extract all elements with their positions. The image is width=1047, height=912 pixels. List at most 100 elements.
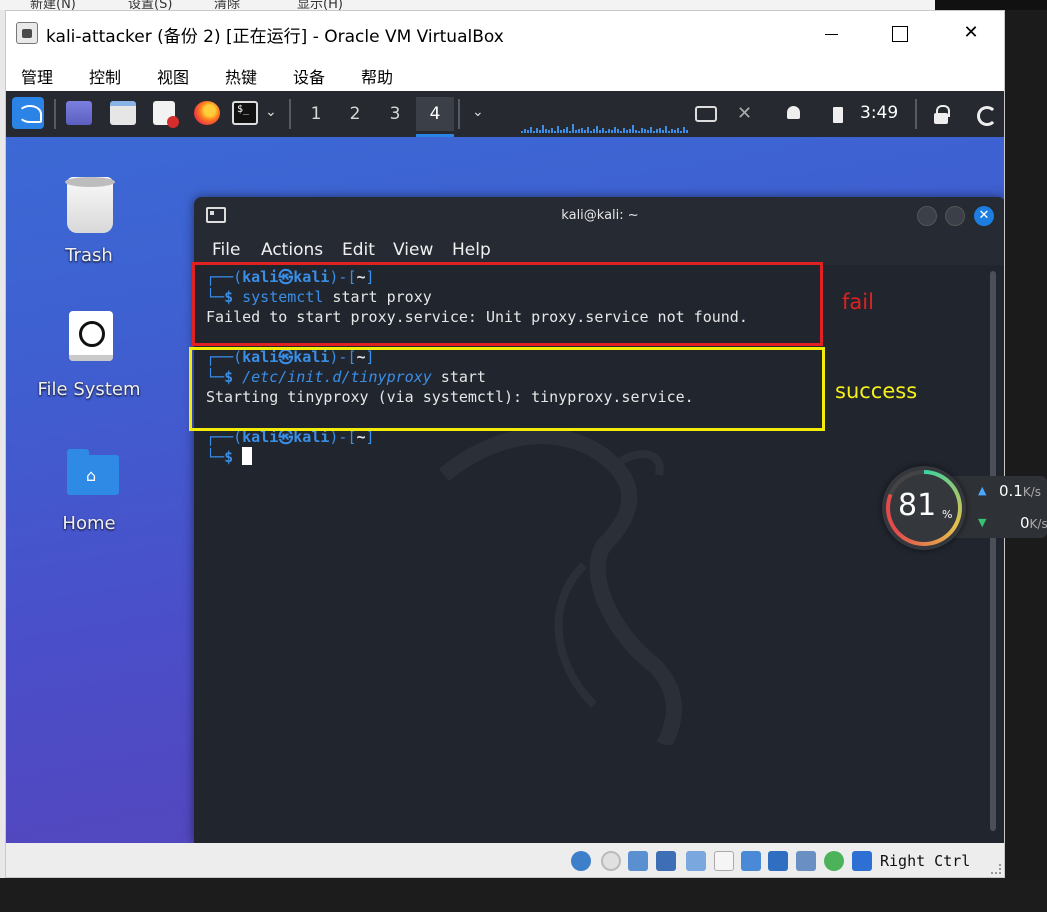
shared-folders-icon[interactable] <box>714 851 734 871</box>
network-speed-widget[interactable]: 81 % ▲ ▼ 0.1K/s 0K/s <box>882 466 1047 550</box>
terminal-close-button[interactable]: ✕ <box>974 206 994 226</box>
network-icon[interactable] <box>695 106 717 122</box>
virtualbox-window: kali-attacker (备份 2) [正在运行] - Oracle VM … <box>5 10 1005 878</box>
kali-dragon-watermark <box>438 428 682 745</box>
guest-display[interactable]: $_ ⌄ 1 2 3 4 ⌄ ✕ 3:49 Trash File System … <box>6 91 1004 843</box>
terminal-menu-actions[interactable]: Actions <box>261 240 323 260</box>
cpu-graph-bar <box>581 128 583 133</box>
cpu-graph-bar <box>665 126 667 133</box>
virtualization-icon[interactable] <box>796 851 816 871</box>
cpu-graph-bar <box>530 127 532 133</box>
cpu-graph-bar <box>557 126 559 133</box>
optical-drive-icon[interactable] <box>601 851 621 871</box>
cpu-graph-bar <box>605 131 607 133</box>
minimize-button[interactable] <box>809 17 855 49</box>
workspace-3[interactable]: 3 <box>376 97 414 131</box>
cpu-graph-bar <box>641 128 643 133</box>
notification-bell-icon[interactable] <box>783 103 805 125</box>
volume-muted-icon[interactable]: ✕ <box>737 103 759 125</box>
success-annotation: success <box>835 379 918 403</box>
home-folder-icon: ⌂ <box>67 449 119 495</box>
terminal-menu-edit[interactable]: Edit <box>342 240 375 260</box>
close-button[interactable]: ✕ <box>948 17 994 49</box>
file-manager-icon[interactable] <box>110 101 136 125</box>
recording-icon[interactable] <box>768 851 788 871</box>
host-menu-settings[interactable]: 设置(S) <box>128 0 172 10</box>
firefox-icon[interactable] <box>194 101 220 125</box>
terminal-icon[interactable]: $_ <box>232 101 258 125</box>
display-icon[interactable] <box>741 851 761 871</box>
active-command-line[interactable]: └─$ <box>206 447 253 467</box>
audio-icon[interactable] <box>628 851 648 871</box>
menu-help[interactable]: 帮助 <box>361 64 393 88</box>
terminal-titlebar[interactable]: kali@kali: ~ ✕ <box>194 197 1004 235</box>
cpu-graph-bar <box>632 125 634 133</box>
battery-icon[interactable] <box>828 103 850 125</box>
desktop-icon-file-system[interactable]: File System <box>29 311 149 411</box>
cpu-graph-bar <box>617 129 619 133</box>
desktop-icon-label: File System <box>37 379 141 400</box>
cpu-graph-bar <box>683 127 685 133</box>
terminal-title: kali@kali: ~ <box>561 208 639 223</box>
window-title: kali-attacker (备份 2) [正在运行] - Oracle VM … <box>46 27 504 47</box>
fail-annotation: fail <box>842 290 874 314</box>
panel-separator <box>458 99 460 129</box>
maximize-button[interactable] <box>876 17 922 49</box>
window-list-chevron-down-icon[interactable]: ⌄ <box>472 104 484 120</box>
panel-separator <box>289 99 291 129</box>
menu-view[interactable]: 视图 <box>157 64 189 88</box>
terminal-maximize-button[interactable] <box>945 206 965 226</box>
cpu-graph-bar <box>554 131 556 133</box>
resize-grip[interactable] <box>991 864 1001 874</box>
lock-screen-icon[interactable] <box>930 103 952 125</box>
panel-clock[interactable]: 3:49 <box>860 103 898 123</box>
host-menu-new[interactable]: 新建(N) <box>30 0 76 10</box>
host-menu-clear[interactable]: 清除 <box>214 0 240 10</box>
upload-speed: 0.1K/s <box>999 482 1042 500</box>
hard-disk-icon[interactable] <box>571 851 591 871</box>
show-desktop-icon[interactable] <box>66 101 92 125</box>
menu-devices[interactable]: 设备 <box>293 64 325 88</box>
terminal-menu-file[interactable]: File <box>212 240 240 260</box>
terminal-scrollbar[interactable] <box>990 271 996 831</box>
window-titlebar[interactable]: kali-attacker (备份 2) [正在运行] - Oracle VM … <box>6 11 1004 55</box>
cpu-graph-bar <box>629 129 631 133</box>
terminal-menu-view[interactable]: View <box>393 240 433 260</box>
cpu-graph-bar <box>656 129 658 133</box>
cpu-graph-bar <box>659 128 661 133</box>
cpu-graph-bar <box>572 124 574 133</box>
text-editor-icon[interactable] <box>153 101 179 128</box>
guest-additions-icon[interactable] <box>824 851 844 871</box>
cpu-graph-bar <box>653 131 655 133</box>
desktop-icon-trash[interactable]: Trash <box>29 177 149 277</box>
cpu-graph-bar <box>575 130 577 133</box>
terminal-menu-help[interactable]: Help <box>452 240 491 260</box>
cpu-graph-bar <box>635 130 637 133</box>
cpu-graph-bar <box>626 130 628 133</box>
usb-icon[interactable] <box>686 851 706 871</box>
desktop-icon-home[interactable]: ⌂ Home <box>29 449 149 551</box>
cpu-graph-bar <box>560 130 562 133</box>
cpu-graph <box>521 121 688 133</box>
cpu-graph-bar <box>599 130 601 133</box>
workspace-1[interactable]: 1 <box>297 97 335 131</box>
power-logout-icon[interactable] <box>974 103 997 126</box>
kali-menu-icon[interactable] <box>12 97 44 129</box>
cpu-graph-bar <box>527 130 529 133</box>
workspace-2[interactable]: 2 <box>336 97 374 131</box>
menu-control[interactable]: 控制 <box>89 64 121 88</box>
menu-manage[interactable]: 管理 <box>21 64 53 88</box>
cpu-graph-bar <box>578 129 580 133</box>
cpu-graph-bar <box>521 131 523 133</box>
menu-hotkeys[interactable]: 热键 <box>225 64 257 88</box>
launcher-chevron-down-icon[interactable]: ⌄ <box>265 104 277 120</box>
vbox-statusbar: Right Ctrl <box>6 843 1004 877</box>
workspace-4[interactable]: 4 <box>416 97 454 137</box>
host-menu-show[interactable]: 显示(H) <box>297 0 343 10</box>
mouse-integration-icon[interactable] <box>852 851 872 871</box>
cpu-graph-bar <box>638 131 640 133</box>
network-adapter-icon[interactable] <box>656 851 676 871</box>
vbox-menubar: 管理 控制 视图 热键 设备 帮助 <box>6 55 1004 91</box>
cpu-graph-bar <box>596 126 598 133</box>
terminal-minimize-button[interactable] <box>917 206 937 226</box>
